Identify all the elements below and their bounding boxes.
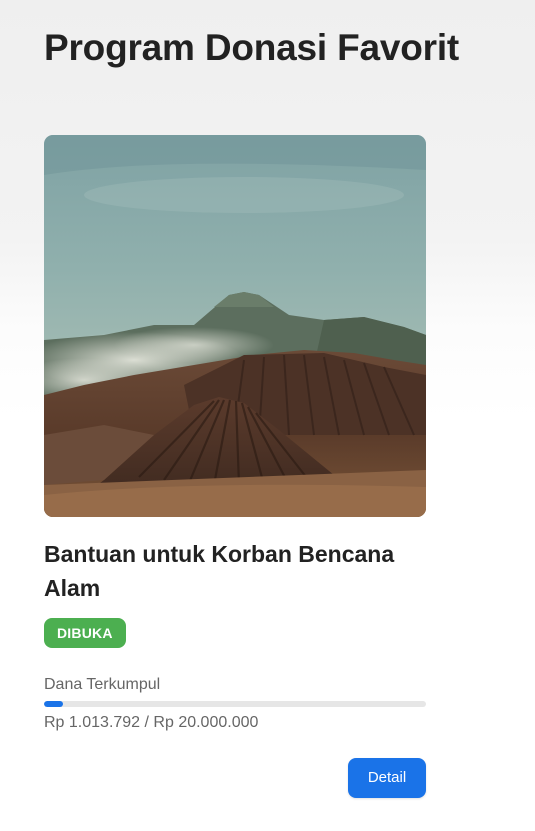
detail-button[interactable]: Detail: [348, 758, 426, 798]
progress-fill: [44, 701, 64, 707]
progress-amount: Rp 1.013.792 / Rp 20.000.000: [44, 714, 259, 731]
progress-label: Dana Terkumpul: [44, 676, 161, 693]
card-image: [44, 135, 426, 517]
volcano-photo: [44, 135, 426, 517]
card-title: Bantuan untuk Korban Bencana Alam: [44, 541, 395, 601]
donation-card: Bantuan untuk Korban Bencana Alam DIBUKA…: [44, 135, 426, 798]
status-badge: DIBUKA: [44, 618, 126, 648]
progress-bar: [44, 701, 426, 707]
page-title: Program Donasi Favorit: [44, 27, 460, 68]
